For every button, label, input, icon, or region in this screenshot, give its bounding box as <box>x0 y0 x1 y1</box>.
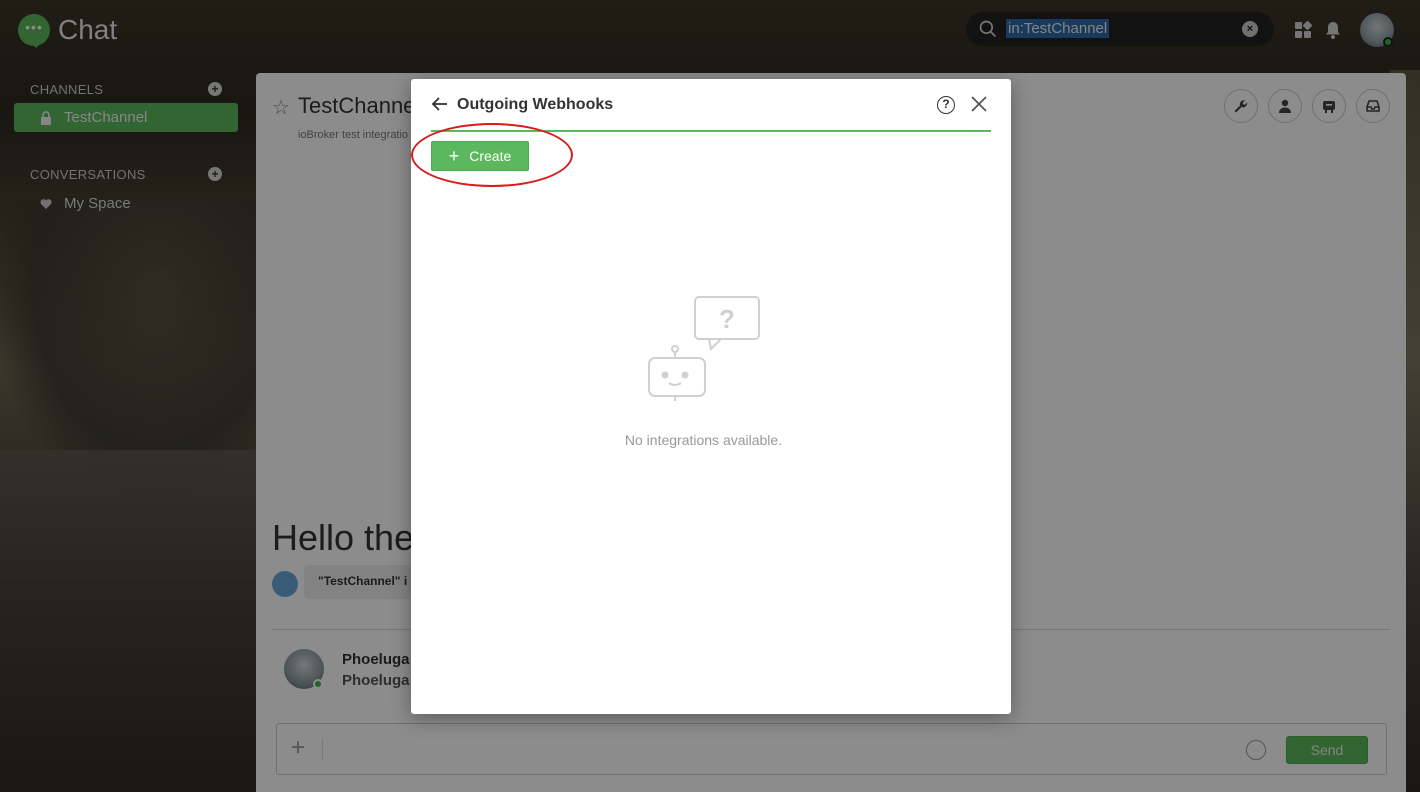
svg-text:?: ? <box>719 304 735 334</box>
outgoing-webhooks-dialog: Outgoing Webhooks ? + Create ? No integr… <box>411 79 1011 714</box>
help-icon[interactable]: ? <box>937 96 955 114</box>
empty-state-text: No integrations available. <box>624 432 783 448</box>
dialog-header-rule <box>431 130 991 132</box>
create-webhook-button[interactable]: + Create <box>431 141 529 171</box>
back-arrow-icon[interactable] <box>431 95 449 113</box>
plus-icon: + <box>448 146 460 166</box>
close-icon[interactable] <box>970 95 988 113</box>
create-button-label: Create <box>469 148 512 164</box>
no-integrations-robot-icon: ? <box>648 296 760 401</box>
dialog-title: Outgoing Webhooks <box>457 96 614 113</box>
